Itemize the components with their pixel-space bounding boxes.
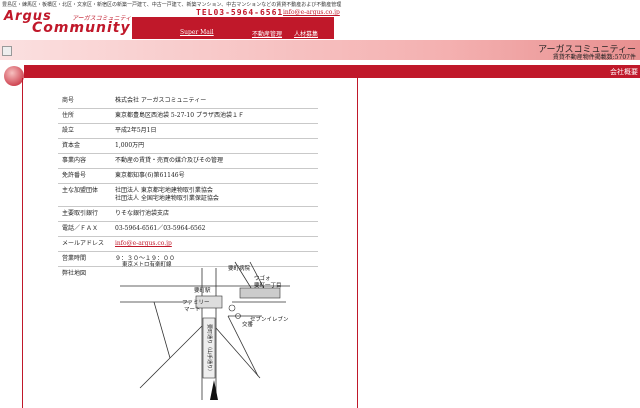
map-label-kanamecho1: 要町一丁目	[254, 282, 282, 289]
seo-keywords: 豊島区・練馬区・板橋区・北区・文京区・新宿区の新築一戸建て、中古一戸建て、新築マ…	[2, 2, 342, 8]
row-value: 株式会社 アーガスコミュニティー	[111, 94, 318, 109]
row-value: 東京都知事(6)第61146号	[111, 168, 318, 184]
row-label: メールアドレス	[58, 236, 111, 252]
map-label-familymart2: マート	[184, 306, 201, 313]
row-label: 資本金	[58, 138, 111, 154]
row-value: 平成2年5月1日	[111, 123, 318, 139]
row-label: 主な加盟団体	[58, 183, 111, 207]
logo-line2: Community	[32, 20, 131, 36]
argus-community-logo[interactable]: Argus アーガスコミュニティー Community	[4, 9, 132, 37]
banner: アーガスコミュニティー 賃貸不動産物件掲載数:5707件	[0, 40, 640, 61]
listing-count: 賃貸不動産物件掲載数:5707件	[552, 54, 636, 61]
association-2: 社団法人 全国宅地建物取引業保証協会	[115, 195, 219, 202]
row-label: 住所	[58, 108, 111, 124]
header-telephone: TEL03-5964-6561	[196, 8, 284, 17]
table-row: 事業内容 不動産の賃貸・売買の媒介及びその管理	[58, 153, 318, 169]
top-navigation: Super Mail 不動産管理 人材募集	[132, 17, 334, 39]
row-value: 東京都豊島区西池袋 5-27-10 プラザ西池袋１Ｆ	[111, 108, 318, 124]
row-label: 免許番号	[58, 168, 111, 184]
row-label: 営業時間	[58, 251, 111, 267]
row-value: 社団法人 東京都宅地建物取引業協会 社団法人 全国宅地建物取引業保証協会	[111, 183, 318, 207]
map-label-metro: 東京メトロ有楽町線	[122, 260, 172, 268]
table-row: 主な加盟団体 社団法人 東京都宅地建物取引業協会 社団法人 全国宅地建物取引業保証協…	[58, 183, 318, 207]
association-1: 社団法人 東京都宅地建物取引業協会	[115, 187, 213, 194]
email-link[interactable]: info@e-argus.co.jp	[115, 240, 172, 247]
nav-real-estate-management[interactable]: 不動産管理	[252, 29, 282, 38]
map-label-hospital: 要町病院	[228, 264, 251, 272]
header-email-link[interactable]: info@e-argus.co.jp	[283, 9, 340, 16]
row-value: 1,000万円	[111, 138, 318, 154]
section-header-bar: 会社概要	[24, 65, 640, 78]
table-row: メールアドレス info@e-argus.co.jp	[58, 236, 318, 252]
company-info-table: 商号 株式会社 アーガスコミュニティー 住所 東京都豊島区西池袋 5-27-10 プ…	[58, 94, 318, 281]
table-row: 資本金 1,000万円	[58, 138, 318, 154]
nav-recruiting[interactable]: 人材募集	[294, 29, 318, 38]
office-map: 東京メトロ有楽町線 要町病院 ウゴォ 要町一丁目 要町駅 ファミリー マート セ…	[120, 260, 290, 400]
map-label-koban: 交番	[242, 320, 254, 328]
table-row: 免許番号 東京都知事(6)第61146号	[58, 168, 318, 184]
map-label-seven: セブンイレブン	[250, 315, 289, 323]
table-row: 住所 東京都豊島区西池袋 5-27-10 プラザ西池袋１Ｆ	[58, 108, 318, 124]
map-label-familymart: ファミリー	[182, 299, 210, 306]
row-label: 電話／ＦＡＸ	[58, 221, 111, 237]
row-value: りそな銀行池袋支店	[111, 206, 318, 222]
row-value: 不動産の賃貸・売買の媒介及びその管理	[111, 153, 318, 169]
broken-image-icon	[2, 46, 12, 56]
table-row: 商号 株式会社 アーガスコミュニティー	[58, 94, 318, 109]
table-row: 電話／ＦＡＸ 03-5964-6561／03-5964-6562	[58, 221, 318, 237]
nav-super-mail[interactable]: Super Mail	[180, 29, 214, 36]
map-label-station: 要町駅	[194, 287, 211, 294]
circle-ornament-icon	[4, 66, 24, 86]
row-label: 商号	[58, 94, 111, 109]
row-value: info@e-argus.co.jp	[111, 236, 318, 252]
map-label-ugo: ウゴォ	[254, 274, 271, 282]
row-label: 事業内容	[58, 153, 111, 169]
table-row: 主要取引銀行 りそな銀行池袋支店	[58, 206, 318, 222]
map-label-road: 要町通り（山手通り）	[206, 324, 213, 374]
table-row: 設立 平成2年5月1日	[58, 123, 318, 139]
row-label: 弊社地図	[62, 270, 87, 277]
row-value: 03-5964-6561／03-5964-6562	[111, 221, 318, 237]
row-label: 設立	[58, 123, 111, 139]
row-label: 主要取引銀行	[58, 206, 111, 222]
section-title: 会社概要	[610, 68, 638, 76]
